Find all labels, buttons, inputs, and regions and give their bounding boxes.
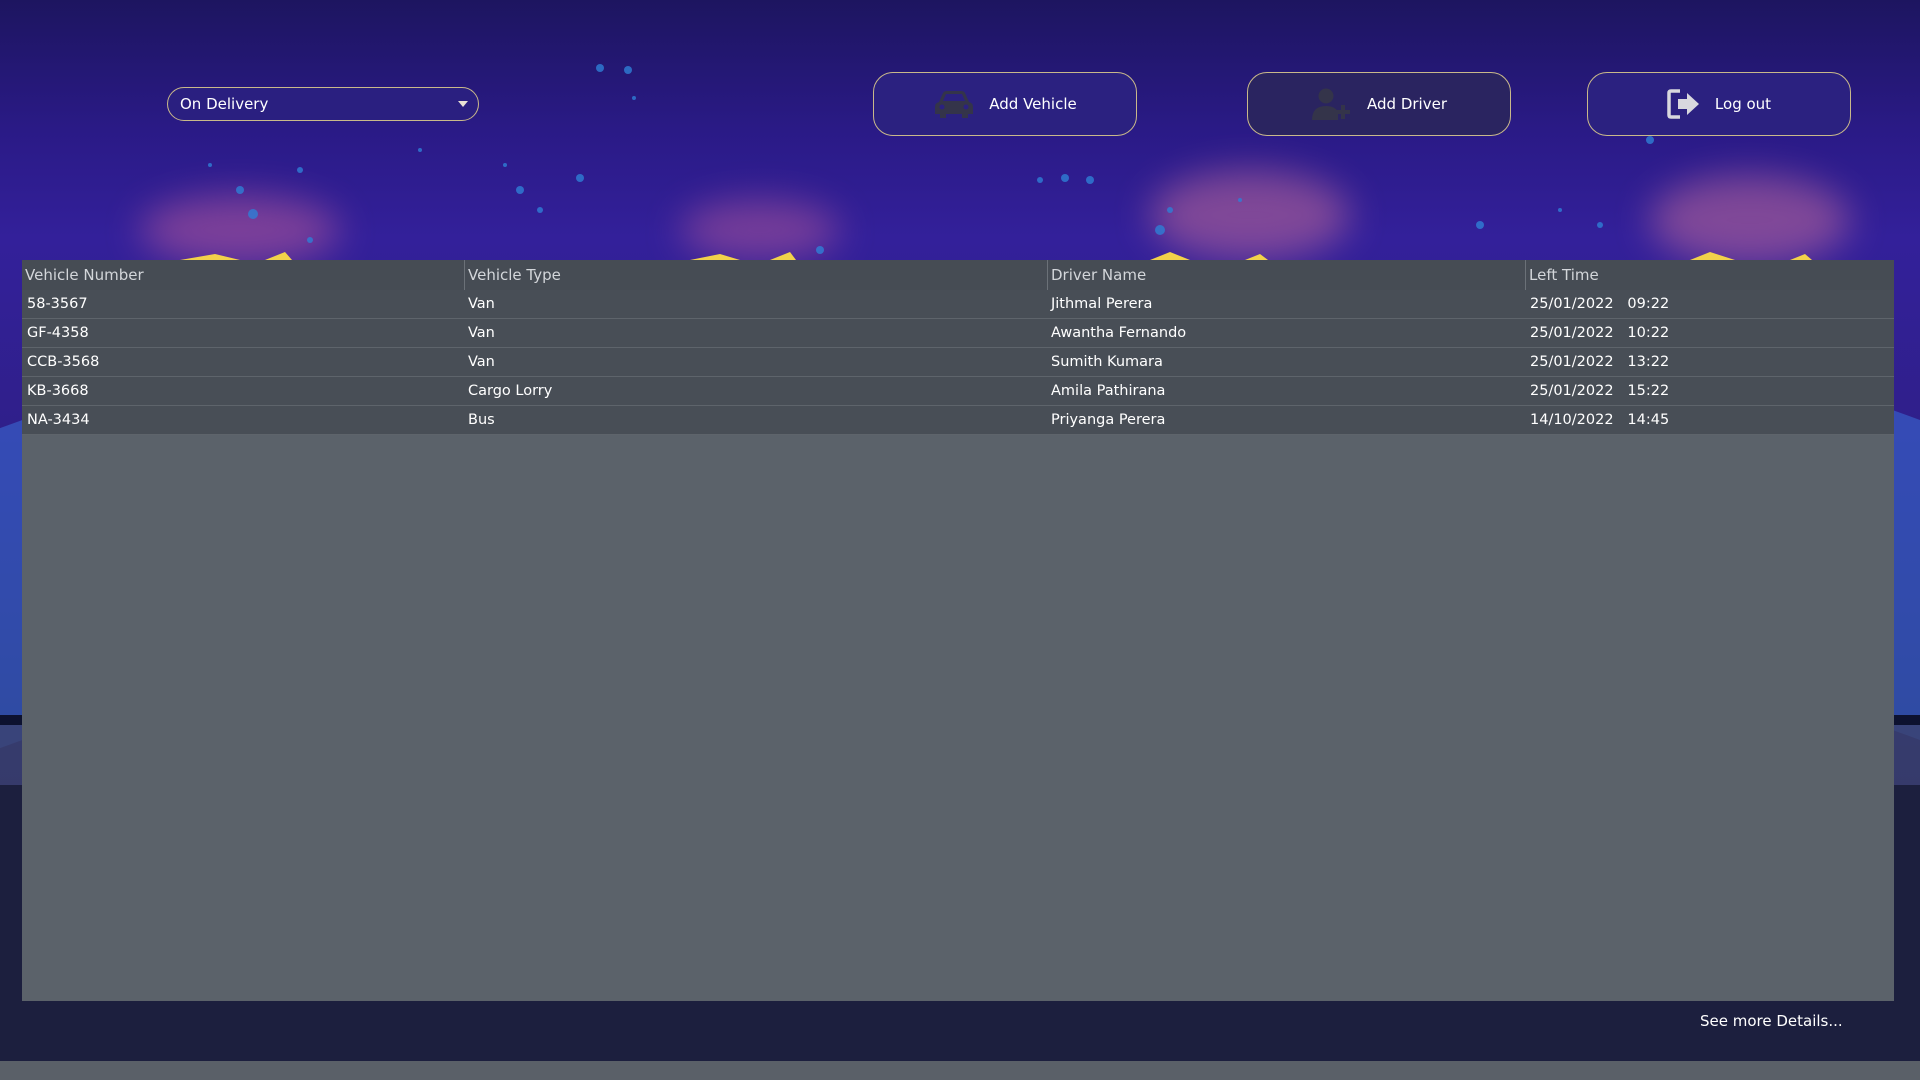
add-user-icon <box>1311 87 1353 121</box>
cell-driver-name: Awantha Fernando <box>1051 325 1187 341</box>
cell-vehicle-type: Van <box>468 325 495 341</box>
cell-left-time: 25/01/2022 15:22 <box>1530 383 1670 399</box>
add-driver-label: Add Driver <box>1367 95 1447 113</box>
cell-left-time: 25/01/2022 10:22 <box>1530 325 1670 341</box>
table-row[interactable]: NA-3434 Bus Priyanga Perera 14/10/2022 1… <box>22 406 1894 435</box>
cell-driver-name: Jithmal Perera <box>1051 296 1153 312</box>
table-row[interactable]: 58-3567 Van Jithmal Perera 25/01/2022 09… <box>22 290 1894 319</box>
cell-left-time: 14/10/2022 14:45 <box>1530 412 1670 428</box>
cell-vehicle-type: Van <box>468 296 495 312</box>
logout-button[interactable]: Log out <box>1587 72 1851 136</box>
cell-vehicle-number: GF-4358 <box>27 325 89 341</box>
cell-left-time: 25/01/2022 13:22 <box>1530 354 1670 370</box>
column-header-vehicle-number[interactable]: Vehicle Number <box>22 260 465 290</box>
add-vehicle-button[interactable]: Add Vehicle <box>873 72 1137 136</box>
cell-driver-name: Sumith Kumara <box>1051 354 1163 370</box>
cell-vehicle-number: CCB-3568 <box>27 354 100 370</box>
table-row[interactable]: GF-4358 Van Awantha Fernando 25/01/2022 … <box>22 319 1894 348</box>
table-row[interactable]: CCB-3568 Van Sumith Kumara 25/01/2022 13… <box>22 348 1894 377</box>
column-header-vehicle-type[interactable]: Vehicle Type <box>465 260 1048 290</box>
add-vehicle-label: Add Vehicle <box>989 95 1077 113</box>
logout-label: Log out <box>1714 95 1772 113</box>
cell-vehicle-type: Van <box>468 354 495 370</box>
table-body: 58-3567 Van Jithmal Perera 25/01/2022 09… <box>22 290 1894 435</box>
column-header-driver-name[interactable]: Driver Name <box>1048 260 1526 290</box>
see-more-details-link[interactable]: See more Details... <box>1700 1012 1843 1030</box>
add-driver-button[interactable]: Add Driver <box>1247 72 1511 136</box>
cell-vehicle-number: NA-3434 <box>27 412 90 428</box>
status-filter-dropdown[interactable]: On Delivery <box>167 87 479 121</box>
logout-icon <box>1667 89 1701 119</box>
cell-left-time: 25/01/2022 09:22 <box>1530 296 1670 312</box>
cell-driver-name: Priyanga Perera <box>1051 412 1166 428</box>
bottom-strip <box>0 1061 1920 1080</box>
column-header-left-time[interactable]: Left Time <box>1526 260 1894 290</box>
car-icon <box>933 88 975 120</box>
table-row[interactable]: KB-3668 Cargo Lorry Amila Pathirana 25/0… <box>22 377 1894 406</box>
cell-vehicle-type: Bus <box>468 412 495 428</box>
cell-driver-name: Amila Pathirana <box>1051 383 1166 399</box>
delivery-table[interactable]: Vehicle Number Vehicle Type Driver Name … <box>22 260 1894 1001</box>
cell-vehicle-number: KB-3668 <box>27 383 89 399</box>
table-header: Vehicle Number Vehicle Type Driver Name … <box>22 260 1894 290</box>
chevron-down-icon <box>458 101 468 107</box>
status-filter-selected: On Delivery <box>180 95 269 113</box>
cell-vehicle-number: 58-3567 <box>27 296 88 312</box>
background-mountain <box>1890 409 1920 751</box>
cell-vehicle-type: Cargo Lorry <box>468 383 553 399</box>
